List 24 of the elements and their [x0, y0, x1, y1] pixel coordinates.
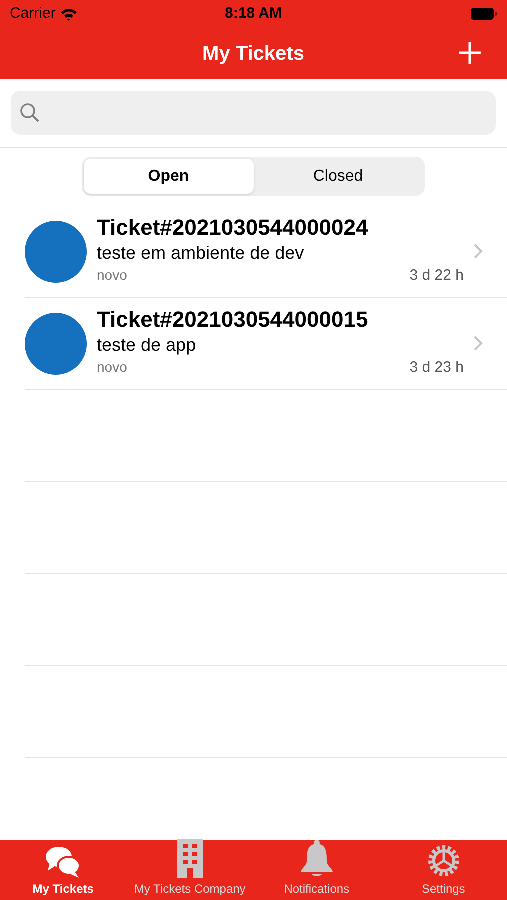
ticket-subject: teste em ambiente de dev — [97, 242, 306, 266]
ticket-state: novo — [97, 266, 128, 286]
battery-icon — [471, 8, 497, 20]
ticket-state: novo — [97, 358, 128, 378]
tab-bar-item[interactable]: My Tickets Company — [126, 839, 254, 898]
screen-title: My Tickets — [202, 42, 304, 66]
add-button[interactable] — [457, 40, 483, 66]
carrier-label: Carrier — [10, 4, 56, 24]
tab-bar-item[interactable]: My Tickets — [0, 845, 127, 898]
ticket-subject: teste de app — [97, 334, 198, 358]
ticket-age: 3 d 22 h — [410, 266, 464, 286]
ticket-number: Ticket#2021030544000015 — [97, 307, 370, 334]
ticket-number: Ticket#2021030544000024 — [97, 215, 370, 242]
chevron-icon — [474, 336, 483, 351]
segment-tab[interactable]: Open — [84, 159, 254, 194]
chevron-icon — [474, 244, 483, 259]
tab-bar-item[interactable]: Notifications — [254, 839, 380, 898]
ticket-age: 3 d 23 h — [410, 358, 464, 378]
search-icon — [20, 103, 40, 123]
clock-time: 8:18 AM — [225, 4, 282, 24]
tab-bar-item[interactable]: Settings — [380, 843, 507, 898]
search-field[interactable] — [11, 91, 496, 135]
wifi-icon — [60, 8, 78, 20]
segment-tab[interactable]: Closed — [254, 159, 423, 194]
